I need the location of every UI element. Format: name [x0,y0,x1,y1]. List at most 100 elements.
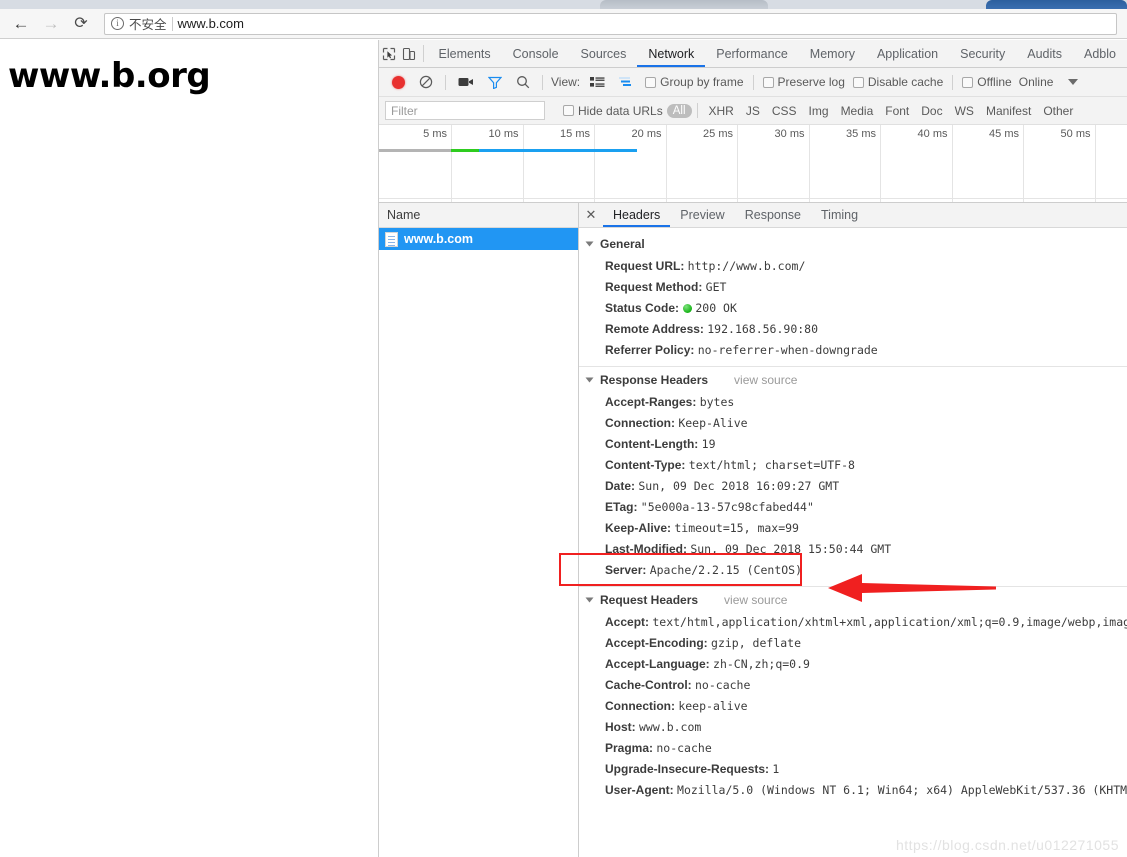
network-filter-bar: Filter Hide data URLs All XHR JS CSS Img… [379,97,1127,125]
header-value: no-cache [656,740,712,755]
header-value: 200 OK [695,300,737,315]
section-header-response-headers[interactable]: Response Headers view source [579,369,1127,391]
search-icon[interactable] [509,68,537,97]
view-label: View: [551,75,581,89]
header-key: User-Agent: [605,782,678,797]
address-bar[interactable]: i 不安全 www.b.com [104,12,1117,35]
list-view-icon[interactable] [583,68,612,97]
filter-type-manifest[interactable]: Manifest [980,104,1037,118]
tab-label: Console [512,46,559,61]
camera-icon[interactable] [451,68,481,97]
tab-audits[interactable]: Audits [1016,40,1073,67]
section-divider [579,366,1127,367]
header-value: Keep-Alive [678,415,748,430]
section-header-general[interactable]: General [579,233,1127,255]
timeline-gridline [1094,125,1096,202]
checkbox-box [852,76,864,88]
timeline-tick-label: 40 ms [917,128,948,140]
header-row: ETag: "5e000a-13-57c98cfabed44" [579,496,1127,517]
tab-label: Audits [1027,46,1063,61]
tab-performance[interactable]: Performance [705,40,799,67]
section-title: Request Headers [600,593,699,607]
header-key: Cache-Control: [605,677,695,692]
view-source-link[interactable]: view source [724,593,787,607]
filter-type-font[interactable]: Font [879,104,915,118]
timeline-bar-stalled [451,149,479,152]
timeline-tick-label: 10 ms [488,128,519,140]
tab-network[interactable]: Network [637,40,705,67]
group-by-frame-checkbox[interactable]: Group by frame [641,75,747,89]
tab-console[interactable]: Console [502,40,570,67]
filter-type-js[interactable]: JS [740,104,766,118]
page-title: www.b.org [8,56,211,96]
tab-label: Sources [580,46,627,61]
table-row[interactable]: www.b.com [379,228,578,250]
header-row: Server: Apache/2.2.15 (CentOS) [579,559,1127,580]
preserve-log-checkbox[interactable]: Preserve log [759,75,849,89]
throttling-value[interactable]: Online [1016,75,1057,89]
header-row: User-Agent: Mozilla/5.0 (Windows NT 6.1;… [579,779,1127,800]
tab-label: Application [876,46,939,61]
checkbox-label: Preserve log [777,75,845,89]
column-header-name[interactable]: Name [379,203,578,228]
header-row: Status Code: 200 OK [579,297,1127,318]
filter-type-media[interactable]: Media [835,104,880,118]
tab-application[interactable]: Application [866,40,949,67]
detail-tabbar: ✕ Headers Preview Response Timing [579,203,1127,228]
timeline-gridline [808,125,810,202]
tab-security[interactable]: Security [949,40,1016,67]
info-circle-icon[interactable]: i [111,17,124,30]
tab-timing[interactable]: Timing [811,203,868,227]
network-timeline-overview[interactable]: 5 ms 10 ms 15 ms 20 ms 25 ms 30 ms 35 ms 40 ms 4… [379,125,1127,203]
tab-elements[interactable]: Elements [428,40,502,67]
close-icon[interactable]: ✕ [579,203,603,227]
inspect-element-icon[interactable] [379,40,399,67]
header-row: Referrer Policy: no-referrer-when-downgr… [579,339,1127,360]
section-header-request-headers[interactable]: Request Headers view source [579,589,1127,611]
search-input[interactable]: Filter [385,101,545,120]
filter-type-all[interactable]: All [666,103,692,118]
tab-label: Adblo [1084,46,1116,61]
browser-tab-inactive[interactable] [600,0,768,9]
status-dot-green [683,303,693,313]
tab-sources[interactable]: Sources [570,40,638,67]
tab-label: Response [744,208,802,222]
browser-tab-active[interactable] [986,0,1127,9]
disable-cache-checkbox[interactable]: Disable cache [849,75,947,89]
checkbox-box [645,76,657,88]
filter-type-xhr[interactable]: XHR [703,104,740,118]
timeline-bar-download [479,149,637,152]
header-key: ETag: [605,499,641,514]
checkbox-box [563,105,574,116]
header-row: Date: Sun, 09 Dec 2018 16:09:27 GMT [579,475,1127,496]
record-button-icon[interactable] [385,68,412,97]
header-value: zh-CN,zh;q=0.9 [713,656,810,671]
tab-label: Network [648,46,695,61]
tab-preview[interactable]: Preview [670,203,734,227]
filter-type-doc[interactable]: Doc [915,104,948,118]
waterfall-view-icon[interactable] [612,68,641,97]
funnel-icon[interactable] [481,68,509,97]
hide-data-urls-checkbox[interactable]: Hide data URLs [559,104,667,118]
request-detail-panel: ✕ Headers Preview Response Timing Genera… [579,203,1127,857]
device-toolbar-icon[interactable] [399,40,419,67]
network-body: Name www.b.com ✕ Headers Preview Respons… [379,203,1127,857]
forward-icon[interactable]: → [36,9,66,39]
tab-memory[interactable]: Memory [799,40,866,67]
tab-response[interactable]: Response [735,203,811,227]
tab-headers[interactable]: Headers [603,203,670,227]
filter-type-ws[interactable]: WS [949,104,980,118]
clear-icon[interactable] [412,68,440,97]
header-key: Request Method: [605,279,706,294]
chevron-down-icon[interactable] [1056,68,1090,97]
filter-type-css[interactable]: CSS [766,104,803,118]
offline-checkbox[interactable]: Offline [958,75,1015,89]
filter-type-img[interactable]: Img [803,104,835,118]
back-icon[interactable]: ← [6,9,36,39]
tab-adblock[interactable]: Adblo [1073,40,1127,67]
reload-icon[interactable]: ⟳ [66,9,96,39]
view-source-link[interactable]: view source [734,373,797,387]
omnibox-divider [171,16,173,31]
timeline-gridline [1023,125,1024,202]
filter-type-other[interactable]: Other [1037,104,1079,118]
